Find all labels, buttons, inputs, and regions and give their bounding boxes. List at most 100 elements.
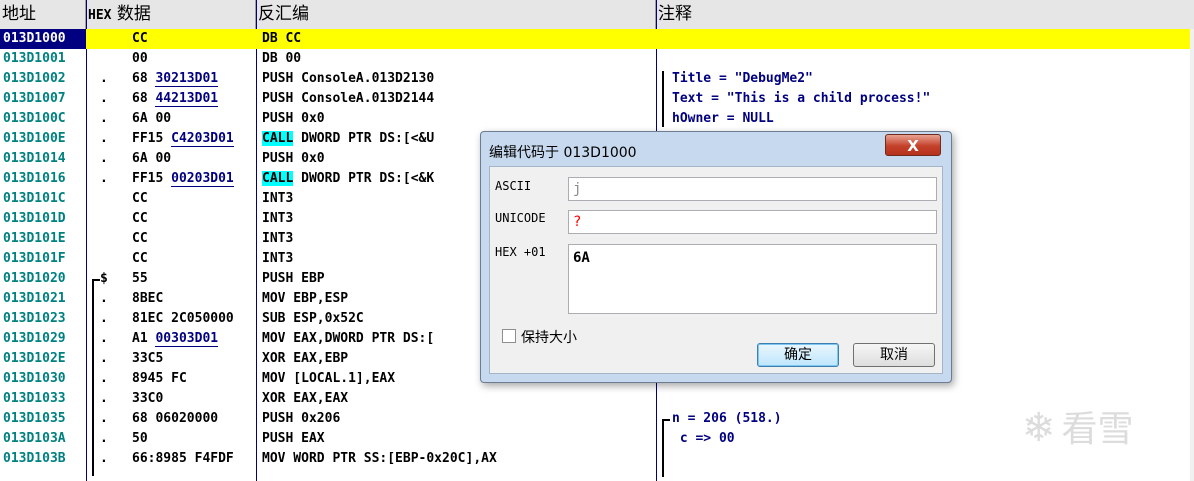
ascii-label: ASCII — [495, 179, 532, 193]
row-address: 013D101D — [3, 211, 66, 226]
row-hex: A1 00303D01 — [132, 329, 256, 349]
row-marker: . — [100, 311, 108, 326]
row-address: 013D1023 — [3, 311, 66, 326]
row-marker — [100, 49, 128, 69]
keep-size-checkbox[interactable]: 保持大小 — [502, 327, 577, 346]
row-marker: . — [100, 71, 108, 86]
row-marker — [100, 209, 128, 229]
row-hex-bytes: 50 — [132, 431, 148, 446]
row-comment: Title = "DebugMe2" — [672, 71, 813, 86]
close-button[interactable]: X — [885, 134, 941, 156]
hex-field[interactable]: 6A — [568, 244, 937, 314]
comment-bracket-lower — [662, 419, 670, 477]
row-hex-address-operand[interactable]: 44213D01 — [155, 91, 219, 107]
row-hex: 66:8985 F4FDF — [132, 449, 256, 469]
watermark-text: 看雪 — [1061, 409, 1134, 450]
row-hex-bytes: 68 06020000 — [132, 411, 219, 426]
row-hex-address-operand[interactable]: 00203D01 — [171, 171, 234, 187]
row-hex-bytes: 66:8985 F4FDF — [132, 451, 234, 466]
call-mnemonic: CALL — [262, 171, 294, 186]
row-hex: FF15 00203D01 — [132, 169, 256, 189]
row-hex-bytes: 55 — [132, 271, 148, 286]
row-hex: 81EC 2C050000 — [132, 309, 256, 329]
row-disasm-text: PUSH ConsoleA.013D2144 — [262, 91, 435, 106]
row-marker: . — [100, 131, 108, 146]
row-hex-address-operand[interactable]: 30213D01 — [155, 71, 219, 87]
row-hex: 68 44213D01 — [132, 89, 256, 109]
column-header-address[interactable]: 地址 — [0, 0, 86, 29]
table-row[interactable]: 013D1007. 68 44213D01 PUSH ConsoleA.013D21… — [0, 89, 1194, 109]
row-hex: 55 — [132, 269, 256, 289]
row-disasm: DB 00 — [262, 49, 656, 69]
row-hex-address-operand[interactable]: C4203D01 — [171, 131, 234, 147]
row-address: 013D101F — [3, 251, 66, 266]
column-header-hex-suffix: 数据 — [111, 4, 151, 24]
unicode-field[interactable]: ? — [568, 210, 937, 234]
row-disasm-text: PUSH ConsoleA.013D2130 — [262, 71, 435, 86]
row-hex: 50 — [132, 429, 256, 449]
dialog-body: ASCII j UNICODE ? HEX +01 6A 保持大小 确定 取消 — [489, 166, 943, 374]
row-hex: 33C5 — [132, 349, 256, 369]
row-disasm-text: XOR EAX,EBP — [262, 351, 349, 366]
column-header-disasm[interactable]: 反汇编 — [256, 0, 656, 29]
row-marker — [100, 229, 128, 249]
comment-bracket — [662, 71, 664, 127]
row-hex: CC — [132, 29, 256, 49]
row-hex: CC — [132, 249, 256, 269]
row-hex: 33C0 — [132, 389, 256, 409]
row-disasm-text: PUSH 0x0 — [262, 111, 325, 126]
row-marker: . — [100, 351, 108, 366]
row-hex-bytes: 6A 00 — [132, 111, 172, 126]
row-hex: CC — [132, 229, 256, 249]
row-address: 013D100E — [3, 131, 66, 146]
vertical-scrollbar[interactable] — [1190, 29, 1194, 481]
row-address: 013D100C — [3, 111, 66, 126]
column-header-address-label: 地址 — [2, 4, 36, 24]
row-disasm-text: DB 00 — [262, 51, 302, 66]
row-hex: CC — [132, 209, 256, 229]
row-address: 013D1030 — [3, 371, 66, 386]
row-marker: . — [100, 371, 108, 386]
table-row[interactable]: 013D1033. 33C0 XOR EAX,EAX — [0, 389, 1194, 409]
row-hex-bytes: CC — [132, 191, 148, 206]
table-row[interactable]: 013D100C. 6A 00 PUSH 0x0 hOwner = NULL — [0, 109, 1194, 129]
row-hex-bytes: 8945 FC — [132, 371, 187, 386]
function-bracket — [92, 279, 100, 476]
row-disasm-text: XOR EAX,EAX — [262, 391, 349, 406]
row-hex: 6A 00 — [132, 149, 256, 169]
row-address: 013D1016 — [3, 171, 66, 186]
column-header-disasm-label: 反汇编 — [258, 4, 309, 24]
row-hex-bytes: CC — [132, 251, 148, 266]
row-marker: . — [100, 331, 108, 346]
table-row[interactable]: 013D1000 CC DB CC — [0, 29, 1194, 49]
row-disasm-text: MOV WORD PTR SS:[EBP-0x20C],AX — [262, 451, 497, 466]
row-marker — [100, 189, 128, 209]
ascii-field[interactable]: j — [568, 177, 937, 201]
checkbox-box[interactable] — [502, 329, 516, 343]
row-disasm-text: INT3 — [262, 251, 294, 266]
row-hex-bytes: FF15 — [132, 131, 172, 146]
row-disasm-text: MOV EBP,ESP — [262, 291, 349, 306]
column-header-hex[interactable]: HEX 数据 — [86, 0, 256, 29]
ok-button[interactable]: 确定 — [757, 343, 839, 367]
cancel-button[interactable]: 取消 — [853, 343, 935, 367]
row-disasm-text: SUB ESP,0x52C — [262, 311, 364, 326]
table-row[interactable]: 013D103A. 50 PUSH EAX c => 00 — [0, 429, 1194, 449]
column-header-comment[interactable]: 注释 — [656, 0, 1194, 29]
keep-size-label: 保持大小 — [521, 330, 577, 346]
row-hex-address-operand[interactable]: 00303D01 — [155, 331, 219, 347]
dialog-title: 编辑代码于 013D1000 — [489, 145, 637, 161]
table-row[interactable]: 013D103B. 66:8985 F4FDF MOV WORD PTR SS:[E… — [0, 449, 1194, 469]
row-hex: FF15 C4203D01 — [132, 129, 256, 149]
row-hex-bytes: 8BEC — [132, 291, 164, 306]
row-marker: . — [100, 391, 108, 406]
table-row[interactable]: 013D1002. 68 30213D01 PUSH ConsoleA.013D21… — [0, 69, 1194, 89]
row-marker: . — [100, 171, 108, 186]
row-hex: 8BEC — [132, 289, 256, 309]
row-hex: 8945 FC — [132, 369, 256, 389]
row-marker: . — [100, 291, 108, 306]
row-address: 013D1014 — [3, 151, 66, 166]
table-row[interactable]: 013D1035. 68 06020000 PUSH 0x206 n = 206 (5… — [0, 409, 1194, 429]
table-row[interactable]: 013D1001 00 DB 00 — [0, 49, 1194, 69]
row-marker: . — [100, 411, 108, 426]
